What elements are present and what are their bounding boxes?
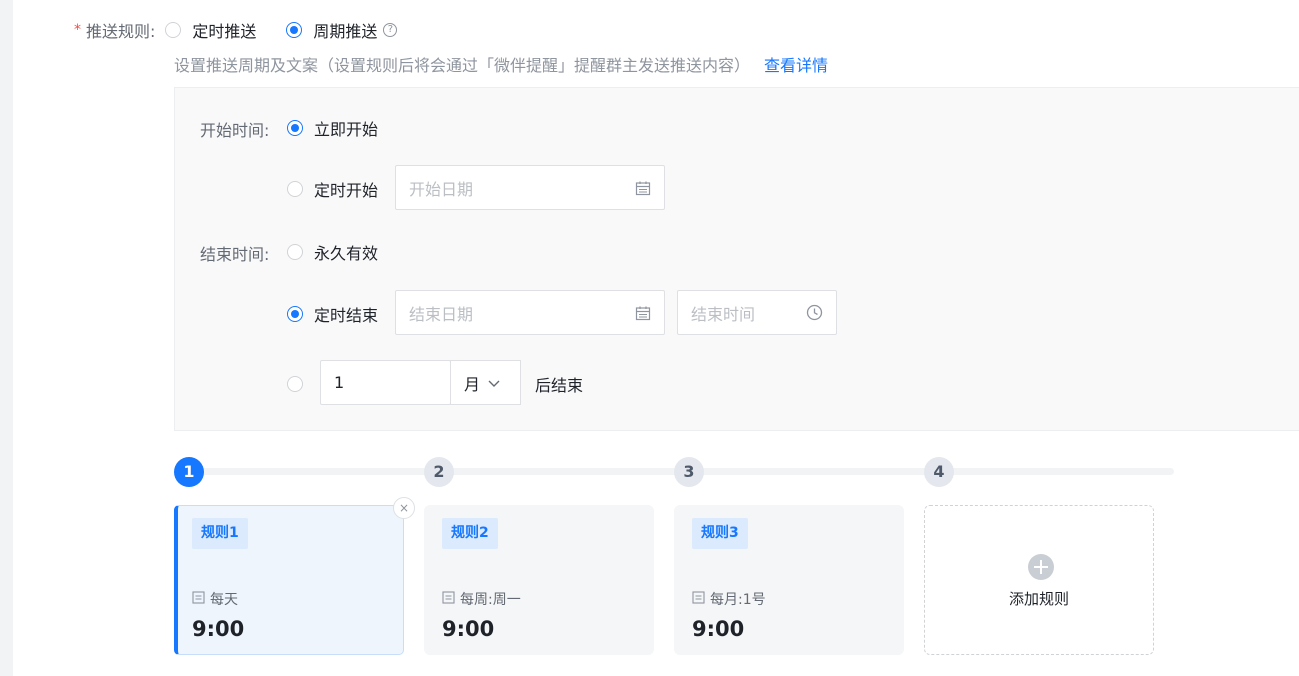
end-forever-option[interactable]: 永久有效 [287,240,378,264]
end-time-label: 结束时间: [200,245,270,264]
end-time-input[interactable]: 结束时间 [677,290,837,335]
duration-value: 1 [334,373,345,392]
rule-frequency-text: 每天 [210,592,238,608]
rule-tag: 规则1 [192,518,248,549]
rule-card-3[interactable]: 规则3 每月:1号 9:00 [674,505,904,655]
push-rule-label: 推送规则: [86,22,156,41]
start-immediate-option[interactable]: 立即开始 [287,116,378,140]
add-rule-label: 添加规则 [1008,590,1069,608]
remove-rule-button[interactable]: × [393,497,415,519]
step-3[interactable]: 3 [674,457,704,487]
question-circle-icon[interactable]: ? [383,23,398,37]
duration-suffix: 后结束 [535,376,584,395]
end-forever-label[interactable]: 永久有效 [314,240,378,264]
step-4[interactable]: 4 [924,457,954,487]
push-rule-description: 设置推送周期及文案（设置规则后将会通过「微伴提醒」提醒群主发送推送内容） 查看详… [174,52,828,76]
duration-value-input[interactable]: 1 [320,360,451,405]
rule-frequency-text: 每周:周一 [460,592,521,608]
start-immediate-label[interactable]: 立即开始 [314,116,378,140]
start-date-input[interactable]: 开始日期 [395,165,665,210]
rule-frequency: 每天 [192,589,238,609]
rule-tag: 规则2 [442,518,498,549]
rule-time: 9:00 [442,617,495,641]
end-time-placeholder: 结束时间 [691,304,756,324]
description-text: 设置推送周期及文案（设置规则后将会通过「微伴提醒」提醒群主发送推送内容） [174,56,751,75]
rule-frequency: 每月:1号 [692,589,766,609]
rule-time: 9:00 [192,617,245,641]
rule-time: 9:00 [692,617,745,641]
radio-periodic-push-label[interactable]: 周期推送 [313,18,377,42]
schedule-settings-panel: 开始时间: 立即开始 定时开始 开始日期 结束时间: 永久有效 定时结束 结束日… [174,87,1299,431]
radio-scheduled-push[interactable] [165,22,182,38]
end-scheduled-option[interactable]: 定时结束 [287,302,378,326]
start-scheduled-label[interactable]: 定时开始 [314,177,378,201]
rule-steps: 1 2 3 4 [174,457,1174,487]
schedule-icon [192,590,205,608]
push-rule-row: * 推送规则: 定时推送 周期推送 ? [74,18,398,42]
rule-tag: 规则3 [692,518,748,549]
rule-card-1[interactable]: 规则1 每天 9:00 [174,505,404,655]
radio-end-duration[interactable] [287,376,303,392]
radio-start-scheduled[interactable] [287,181,303,197]
radio-scheduled-push-label[interactable]: 定时推送 [192,18,256,42]
chevron-down-icon [487,376,501,390]
rule-frequency: 每周:周一 [442,589,521,609]
step-1[interactable]: 1 [174,457,204,487]
end-duration-option[interactable] [287,372,303,396]
end-date-input[interactable]: 结束日期 [395,290,665,335]
duration-unit-value: 月 [464,374,481,394]
left-sidebar-strip [0,0,13,676]
start-date-placeholder: 开始日期 [409,179,474,199]
rule-card-2[interactable]: 规则2 每周:周一 9:00 [424,505,654,655]
schedule-icon [692,590,705,608]
end-date-placeholder: 结束日期 [409,304,474,324]
start-time-label: 开始时间: [200,121,270,140]
calendar-icon [635,305,651,321]
rule-frequency-text: 每月:1号 [710,592,766,608]
radio-end-scheduled[interactable] [287,306,303,322]
required-mark: * [74,22,81,38]
add-rule-button[interactable]: 添加规则 [924,505,1154,655]
end-scheduled-label[interactable]: 定时结束 [314,302,378,326]
schedule-icon [442,590,455,608]
view-details-link[interactable]: 查看详情 [764,52,828,76]
radio-start-immediate[interactable] [287,120,303,136]
radio-end-forever[interactable] [287,244,303,260]
step-2[interactable]: 2 [424,457,454,487]
clock-icon [806,304,823,321]
plus-circle-icon [1028,554,1054,580]
start-scheduled-option[interactable]: 定时开始 [287,177,378,201]
duration-unit-select[interactable]: 月 [450,360,521,405]
calendar-icon [635,180,651,196]
radio-periodic-push[interactable] [286,22,303,38]
